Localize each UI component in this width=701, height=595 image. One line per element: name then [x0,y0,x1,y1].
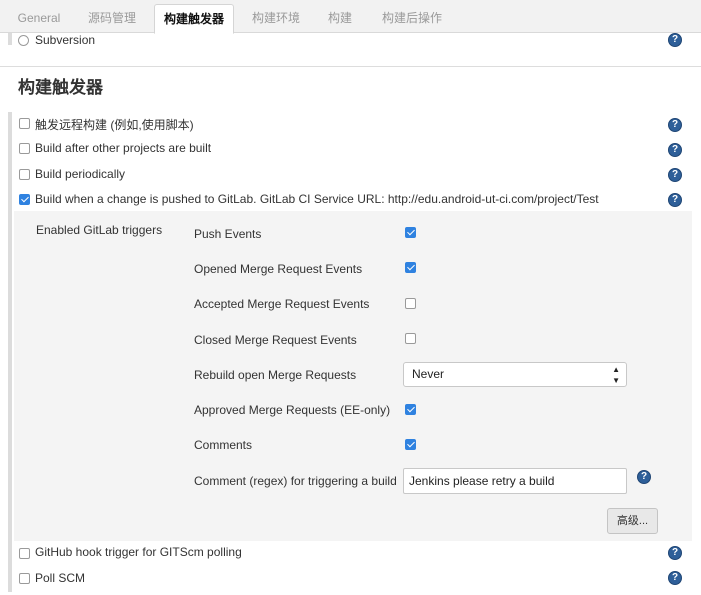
section-indent-bar [8,112,12,592]
trigger-periodically-checkbox[interactable] [19,169,30,180]
tab-general[interactable]: General [10,4,68,34]
accepted-mr-events-label: Accepted Merge Request Events [194,297,370,311]
trigger-after-other-projects-checkbox[interactable] [19,143,30,154]
trigger-after-other-projects-label: Build after other projects are built [35,141,212,155]
help-icon[interactable]: ? [668,193,682,207]
scm-subversion-row: Subversion ? [0,33,701,67]
github-hook-checkbox[interactable] [19,548,30,559]
poll-scm-checkbox[interactable] [19,573,30,584]
approved-mr-checkbox[interactable] [405,404,416,415]
help-icon[interactable]: ? [668,571,682,585]
section-indent-bar [8,33,12,45]
gitlab-triggers-group-label: Enabled GitLab triggers [36,223,163,237]
comment-regex-input[interactable] [403,468,627,494]
tab-bar: General 源码管理 构建触发器 构建环境 构建 构建后操作 [0,0,701,34]
opened-mr-events-checkbox[interactable] [405,262,416,273]
comments-label: Comments [194,438,253,452]
help-icon[interactable]: ? [668,118,682,132]
rebuild-open-mr-value: Never [412,367,445,381]
trigger-gitlab-push-checkbox[interactable] [19,194,30,205]
subversion-label: Subversion [35,33,96,47]
help-icon[interactable]: ? [668,33,682,47]
tab-post-build-actions[interactable]: 构建后操作 [372,4,452,34]
tab-build[interactable]: 构建 [320,4,360,34]
tab-source-code-management[interactable]: 源码管理 [80,4,144,34]
push-events-checkbox[interactable] [405,227,416,238]
tab-build-environment[interactable]: 构建环境 [244,4,308,34]
advanced-button[interactable]: 高级... [607,508,658,534]
tab-build-triggers[interactable]: 构建触发器 [154,4,234,34]
section-title: 构建触发器 [18,78,103,97]
rebuild-open-mr-select[interactable]: Never ▲ ▼ [403,362,627,387]
help-icon[interactable]: ? [668,143,682,157]
comment-regex-label: Comment (regex) for triggering a build [194,474,397,488]
comments-checkbox[interactable] [405,439,416,450]
approved-mr-label: Approved Merge Requests (EE-only) [194,403,391,417]
trigger-remote-label: 触发远程构建 (例如,使用脚本) [35,118,194,132]
help-icon[interactable]: ? [637,470,651,484]
trigger-periodically-label: Build periodically [35,167,126,181]
rebuild-open-mr-label: Rebuild open Merge Requests [194,368,357,382]
push-events-label: Push Events [194,227,262,241]
closed-mr-events-checkbox[interactable] [405,333,416,344]
accepted-mr-events-checkbox[interactable] [405,298,416,309]
closed-mr-events-label: Closed Merge Request Events [194,333,357,347]
poll-scm-label: Poll SCM [35,571,86,585]
help-icon[interactable]: ? [668,546,682,560]
opened-mr-events-label: Opened Merge Request Events [194,262,363,276]
trigger-gitlab-push-label: Build when a change is pushed to GitLab.… [35,192,599,206]
subversion-radio[interactable] [18,35,29,46]
trigger-remote-checkbox[interactable] [19,118,30,129]
help-icon[interactable]: ? [668,168,682,182]
updown-arrows-icon: ▲ ▼ [612,365,620,385]
github-hook-label: GitHub hook trigger for GITScm polling [35,545,242,559]
